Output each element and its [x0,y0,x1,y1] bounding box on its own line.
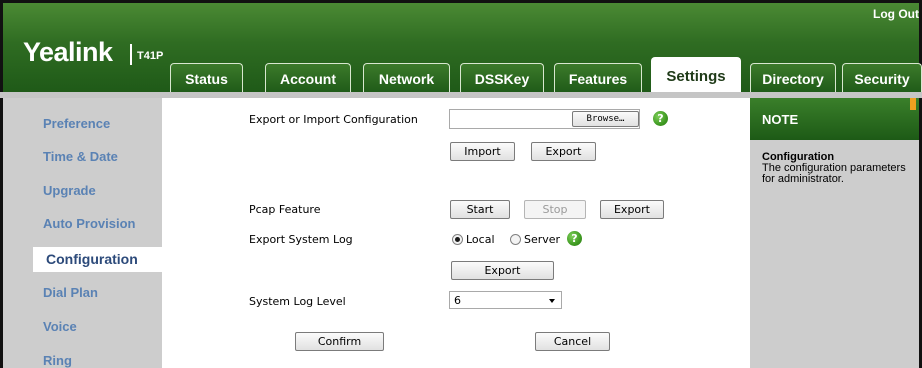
chevron-down-icon [549,299,555,303]
sidebar-item-auto-provision[interactable]: Auto Provision [43,216,135,231]
pcap-stop-button[interactable]: Stop [524,200,586,219]
note-text: The configuration parameters for adminis… [762,162,906,185]
syslog-export-button[interactable]: Export [451,261,554,280]
loglevel-select[interactable]: 6 [449,291,562,309]
tab-directory[interactable]: Directory [750,63,836,93]
help-icon[interactable]: ? [653,111,668,126]
tab-settings[interactable]: Settings [651,57,741,95]
loglevel-selected-value: 6 [454,294,461,307]
syslog-local-label: Local [466,233,495,246]
tab-features[interactable]: Features [554,63,642,93]
sidebar-item-configuration[interactable]: Configuration [46,251,138,267]
sidebar-item-dial-plan[interactable]: Dial Plan [43,285,98,300]
tab-network[interactable]: Network [363,63,450,93]
pcap-export-button[interactable]: Export [600,200,664,219]
header-bar: Yealink T41P Log Out Status Account Netw… [0,0,922,95]
loglevel-label: System Log Level [249,295,346,308]
syslog-server-radio[interactable] [510,234,521,245]
note-accent-bar [910,98,916,110]
import-button[interactable]: Import [450,142,515,161]
export-config-button[interactable]: Export [531,142,596,161]
model-label: T41P [137,50,164,62]
syslog-server-label: Server [524,233,561,246]
cancel-button[interactable]: Cancel [535,332,610,351]
sidebar-item-voice[interactable]: Voice [43,319,77,334]
sidebar-item-time-date[interactable]: Time & Date [43,149,118,164]
logout-link[interactable]: Log Out [873,7,919,21]
logo-divider [130,44,132,65]
pcap-label: Pcap Feature [249,203,321,216]
sidebar-item-upgrade[interactable]: Upgrade [43,183,96,198]
tab-account[interactable]: Account [265,63,351,93]
browse-button[interactable]: Browse… [572,111,639,127]
sidebar-item-ring[interactable]: Ring [43,353,72,368]
note-panel: NOTE Configuration The configuration par… [750,98,922,368]
note-header: NOTE [750,98,919,140]
configuration-panel: Export or Import Configuration Browse… ?… [162,98,747,368]
tab-dsskey[interactable]: DSSKey [460,63,544,93]
note-title: NOTE [762,112,799,127]
tab-status[interactable]: Status [170,63,243,93]
web-ui-frame: Yealink T41P Log Out Status Account Netw… [0,0,922,368]
confirm-button[interactable]: Confirm [295,332,384,351]
syslog-local-radio[interactable] [452,234,463,245]
help-icon[interactable]: ? [567,231,582,246]
syslog-label: Export System Log [249,233,353,246]
tab-security[interactable]: Security [842,63,922,93]
pcap-start-button[interactable]: Start [450,200,510,219]
brand-logo: Yealink [23,37,113,67]
sidebar: Preference Time & Date Upgrade Auto Prov… [0,98,175,368]
export-import-label: Export or Import Configuration [249,113,418,126]
sidebar-item-preference[interactable]: Preference [43,116,110,131]
